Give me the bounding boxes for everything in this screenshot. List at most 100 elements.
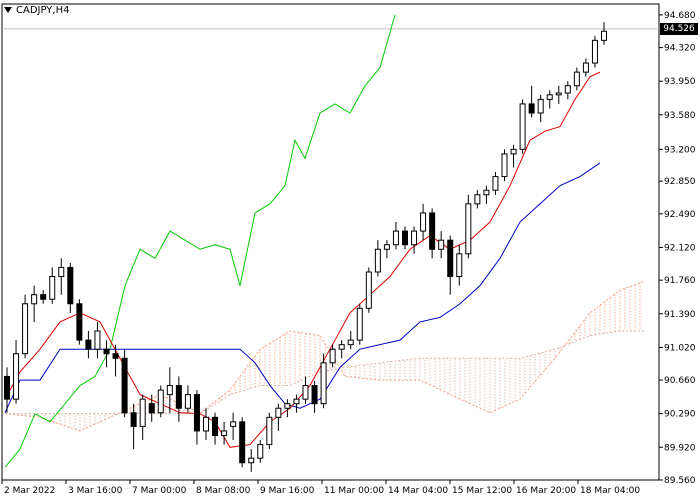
y-tick-label: 94.680: [664, 11, 696, 21]
candle: [347, 331, 354, 350]
x-tick-label: 3 Mar 16:00: [68, 486, 123, 496]
candle-body-bull: [420, 212, 427, 232]
y-tick-label: 93.200: [664, 145, 696, 155]
candle: [76, 299, 83, 345]
candle-body-bull: [293, 398, 300, 405]
candle: [392, 222, 399, 250]
candle: [103, 340, 110, 368]
candle-body-bull: [492, 176, 499, 191]
candle-body-bull: [329, 348, 336, 364]
candle-body-bull: [438, 239, 445, 250]
candle-body-bull: [184, 394, 191, 409]
candle: [31, 285, 38, 322]
candle: [130, 403, 137, 450]
candle: [311, 380, 318, 413]
chart-window[interactable]: 94.680 94.320 93.950 93.580 93.200 92.850 92.4…: [0, 0, 700, 500]
candle-body-bear: [429, 212, 436, 250]
candle-body-bull: [13, 353, 20, 400]
candle: [555, 85, 562, 104]
candle-body-bull: [474, 194, 481, 205]
candle: [492, 172, 499, 195]
candle-body-bear: [76, 303, 83, 341]
y-tick-label: 91.020: [664, 343, 696, 353]
candle-body-bull: [257, 444, 264, 459]
candle-body-bull: [203, 416, 209, 432]
candle: [67, 262, 74, 313]
candle-body-bear: [311, 385, 318, 405]
candle: [22, 294, 29, 359]
candle: [157, 385, 164, 418]
candle-body-bear: [239, 421, 246, 464]
candle: [94, 321, 101, 359]
candle: [483, 185, 490, 204]
candle-body-bull: [564, 85, 571, 94]
x-tick-label: 8 Mar 08:00: [196, 486, 251, 496]
candle-body-bull: [284, 403, 291, 409]
candle: [302, 376, 309, 404]
candle: [293, 394, 300, 413]
candle: [420, 203, 427, 241]
candle-body-bull: [49, 276, 56, 300]
candle-body-bull: [555, 92, 562, 96]
candle: [510, 144, 517, 168]
candle: [139, 394, 146, 441]
candle: [212, 412, 219, 445]
candle-body-bull: [546, 94, 553, 100]
candle: [374, 240, 381, 277]
candle: [85, 331, 92, 359]
candle-body-bear: [112, 353, 119, 359]
candle: [248, 449, 255, 472]
candle-body-bull: [230, 421, 237, 427]
candle: [465, 194, 472, 259]
candle-body-bull: [248, 457, 255, 464]
candle: [546, 90, 553, 109]
candle-body-bear: [528, 103, 535, 114]
y-tick-label: 92.120: [664, 243, 696, 253]
candle-body-bull: [537, 98, 544, 114]
x-tick-label: 7 Mar 00:00: [132, 486, 187, 496]
y-tick-label: 91.390: [664, 310, 696, 320]
candle: [591, 35, 598, 68]
price-chart[interactable]: 94.680 94.320 93.950 93.580 93.200 92.850 92.4…: [0, 0, 700, 500]
candle: [537, 94, 544, 123]
x-tick-label: 18 Mar 04:00: [580, 486, 640, 496]
candle: [474, 190, 481, 209]
candle: [519, 99, 526, 154]
candle: [564, 81, 571, 100]
x-tick-label: 16 Mar 20:00: [516, 486, 576, 496]
candle: [456, 244, 463, 286]
candle-body-bull: [501, 153, 508, 178]
candle: [193, 390, 200, 445]
dropdown-triangle-icon[interactable]: [4, 7, 12, 13]
candle-body-bull: [320, 362, 327, 405]
y-tick-label: 91.760: [664, 276, 696, 286]
y-tick-label: 90.290: [664, 410, 696, 420]
candle-body-bull: [302, 385, 309, 400]
candle-body-bull: [392, 230, 399, 246]
candle-body-bull: [456, 253, 463, 278]
candle-body-bull: [465, 203, 472, 255]
candle-body-bull: [338, 344, 345, 350]
candle: [601, 22, 607, 45]
candle-body-bear: [447, 239, 454, 278]
candle: [239, 417, 246, 468]
candle: [275, 403, 282, 431]
candle: [582, 58, 589, 77]
candle: [402, 226, 408, 250]
candle: [284, 399, 291, 418]
y-tick-label: 93.950: [664, 77, 696, 87]
candle-body-bull: [139, 398, 146, 427]
candle: [40, 290, 47, 304]
candle: [573, 67, 580, 91]
plot-frame: [1, 3, 660, 481]
candle: [257, 440, 264, 463]
candle: [58, 258, 65, 295]
candle-body-bull: [383, 244, 390, 250]
candle: [266, 412, 273, 450]
y-tick-label: 89.920: [664, 443, 696, 453]
candle-body-bull: [58, 266, 65, 278]
chikou-span-line: [4, 14, 396, 468]
candle: [175, 376, 182, 422]
candle: [338, 340, 345, 359]
candle: [121, 349, 128, 418]
